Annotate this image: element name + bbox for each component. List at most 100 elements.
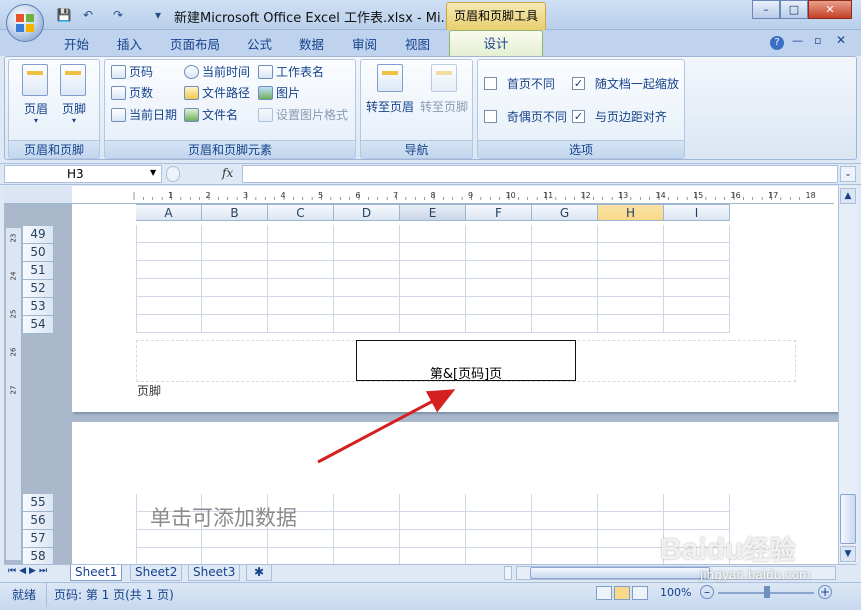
name-box-dropdown-icon[interactable]: ▼	[150, 168, 156, 177]
grid-cell[interactable]	[466, 225, 532, 243]
file-path-button[interactable]: 文件路径	[184, 84, 250, 101]
grid-cell[interactable]	[202, 261, 268, 279]
grid-cell[interactable]	[466, 243, 532, 261]
zoom-out-icon[interactable]: –	[700, 585, 714, 599]
grid-cell[interactable]	[664, 243, 730, 261]
grid-cell[interactable]	[598, 243, 664, 261]
tab-split-handle[interactable]	[504, 566, 512, 580]
row-header-53[interactable]: 53	[22, 298, 54, 316]
help-icon[interactable]: ?	[770, 36, 784, 50]
formula-bar-expand-handle[interactable]	[166, 166, 180, 182]
grid-cell[interactable]	[334, 512, 400, 530]
row-header-55[interactable]: 55	[22, 494, 54, 512]
ribbon-minimize-icon[interactable]: —	[792, 34, 803, 47]
sheet-tab-1[interactable]: Sheet1	[70, 565, 123, 581]
grid-cell[interactable]	[400, 225, 466, 243]
grid-cell[interactable]	[268, 530, 334, 548]
formula-expand-icon[interactable]: ⌄	[840, 166, 856, 182]
grid-cell[interactable]	[664, 494, 730, 512]
grid-cell[interactable]	[598, 225, 664, 243]
page-layout-view-icon[interactable]	[614, 586, 630, 600]
column-header-d[interactable]: D	[334, 204, 400, 221]
select-all-corner[interactable]	[4, 186, 72, 204]
grid-cell[interactable]	[598, 530, 664, 548]
grid-cell[interactable]	[466, 261, 532, 279]
column-header-h[interactable]: H	[598, 204, 664, 221]
grid-cell[interactable]	[664, 279, 730, 297]
row-header-54[interactable]: 54	[22, 316, 54, 334]
page-number-button[interactable]: 页码	[111, 63, 153, 80]
tab-home[interactable]: 开始	[64, 34, 89, 53]
column-header-c[interactable]: C	[268, 204, 334, 221]
grid-cell[interactable]	[136, 315, 202, 333]
footer-center-textbox[interactable]: 第&[页码]页	[356, 340, 576, 382]
add-data-hint[interactable]: 单击可添加数据	[150, 502, 297, 532]
grid-cell[interactable]	[334, 225, 400, 243]
redo-icon[interactable]: ↷	[110, 7, 126, 23]
scroll-up-icon[interactable]: ▲	[840, 188, 856, 204]
scroll-thumb[interactable]	[840, 494, 856, 544]
grid-cell[interactable]	[268, 243, 334, 261]
grid-cell[interactable]	[268, 315, 334, 333]
current-time-button[interactable]: 当前时间	[184, 63, 250, 80]
grid-cell[interactable]	[400, 261, 466, 279]
grid-cell[interactable]	[598, 261, 664, 279]
row-header-50[interactable]: 50	[22, 244, 54, 262]
undo-icon[interactable]: ↶	[80, 7, 96, 23]
row-header-56[interactable]: 56	[22, 512, 54, 530]
grid-cell[interactable]	[136, 225, 202, 243]
qat-customize-icon[interactable]: ▾	[150, 7, 166, 23]
grid-cell[interactable]	[664, 512, 730, 530]
sheet-nav-icons[interactable]: ⏮◀▶⏭	[8, 566, 50, 576]
grid-cell[interactable]	[664, 225, 730, 243]
grid-cell[interactable]	[664, 261, 730, 279]
grid-cell[interactable]	[268, 261, 334, 279]
column-header-f[interactable]: F	[466, 204, 532, 221]
grid-cell[interactable]	[400, 530, 466, 548]
ribbon-restore-icon[interactable]: ▫	[814, 34, 821, 47]
normal-view-icon[interactable]	[596, 586, 612, 600]
different-first-page-checkbox[interactable]: 首页不同	[484, 75, 555, 92]
grid-cell[interactable]	[466, 494, 532, 512]
grid-cell[interactable]	[268, 297, 334, 315]
grid-cell[interactable]	[334, 494, 400, 512]
zoom-in-icon[interactable]: +	[818, 585, 832, 599]
grid-cell[interactable]	[598, 315, 664, 333]
scroll-down-icon[interactable]: ▼	[840, 546, 856, 562]
grid-cell[interactable]	[466, 530, 532, 548]
column-header-e[interactable]: E	[400, 204, 466, 221]
grid-cell[interactable]	[136, 243, 202, 261]
row-header-51[interactable]: 51	[22, 262, 54, 280]
column-header-i[interactable]: I	[664, 204, 730, 221]
grid-cell[interactable]	[598, 494, 664, 512]
zoom-level[interactable]: 100%	[660, 586, 691, 599]
fx-icon[interactable]: fx	[222, 166, 233, 180]
grid-cell[interactable]	[202, 243, 268, 261]
grid-cell[interactable]	[532, 279, 598, 297]
grid-cell[interactable]	[532, 297, 598, 315]
tab-insert[interactable]: 插入	[117, 34, 142, 53]
sheet-name-button[interactable]: 工作表名	[258, 63, 324, 80]
grid-cell[interactable]	[202, 279, 268, 297]
grid-cell[interactable]	[334, 261, 400, 279]
goto-header-button[interactable]: 转至页眉	[364, 64, 416, 114]
header-button[interactable]: 页眉 ▾	[20, 64, 52, 130]
grid-cell[interactable]	[532, 315, 598, 333]
grid-cell[interactable]	[334, 315, 400, 333]
grid-cell[interactable]	[664, 315, 730, 333]
sheet-tab-3[interactable]: Sheet3	[188, 565, 241, 581]
grid-cell[interactable]	[466, 512, 532, 530]
grid-cell[interactable]	[202, 315, 268, 333]
grid-cell[interactable]	[268, 279, 334, 297]
picture-button[interactable]: 图片	[258, 84, 300, 101]
grid-cell[interactable]	[334, 243, 400, 261]
format-picture-button[interactable]: 设置图片格式	[258, 106, 348, 123]
maximize-button[interactable]: □	[780, 0, 808, 19]
tab-formulas[interactable]: 公式	[247, 34, 272, 53]
sheet-tab-2[interactable]: Sheet2	[130, 565, 183, 581]
different-odd-even-checkbox[interactable]: 奇偶页不同	[484, 108, 567, 125]
footer-button[interactable]: 页脚 ▾	[58, 64, 90, 130]
h-scroll-thumb[interactable]	[530, 567, 710, 579]
office-button[interactable]	[6, 4, 44, 42]
align-with-margins-checkbox[interactable]: ✓ 与页边距对齐	[572, 108, 667, 125]
